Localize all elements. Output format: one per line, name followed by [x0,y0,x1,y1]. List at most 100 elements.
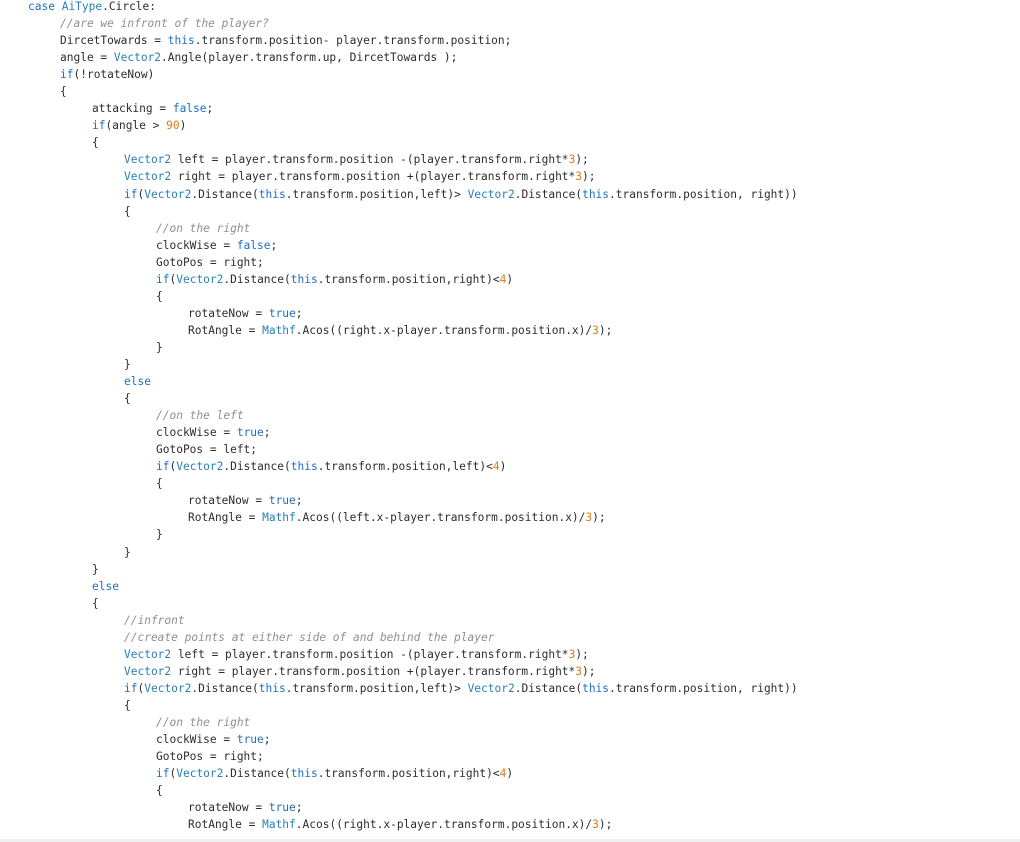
code-token-comment: //infront [124,613,185,627]
code-token-plain: .Circle: [102,0,157,13]
code-token-plain: { [124,392,131,406]
code-line: //on the right [28,714,798,731]
code-line: GotoPos = right; [28,748,798,765]
code-token-keyword: true [268,306,296,320]
code-token-keyword: else [92,579,119,593]
code-token-type: Vector2 [144,681,192,695]
code-token-plain: ); [592,511,606,525]
code-token-plain: .Distance( [514,187,583,201]
code-line: Vector2 right = player.transform.positio… [28,663,798,680]
code-token-plain: } [156,340,163,354]
code-line: if(Vector2.Distance(this.transform.posit… [28,680,798,697]
code-token-plain: ; [295,801,303,815]
code-token-keyword: true [236,426,264,440]
code-token-number: 3 [592,323,599,337]
code-line: //are we infront of the player? [28,15,798,32]
code-line: rotateNow = true; [28,492,798,509]
code-token-plain: RotAngle = [188,511,263,525]
code-token-keyword: if [156,767,170,781]
code-line: Vector2 left = player.transform.position… [28,646,798,663]
code-token-plain: left = player.transform.position -(playe… [171,153,569,167]
code-token-type: Vector2 [467,187,515,201]
code-token-plain: ) [179,119,187,133]
code-token-plain: { [156,289,163,303]
code-token-plain: } [92,562,99,576]
code-token-plain: rotateNow = [188,801,269,815]
code-token-keyword: true [268,494,296,508]
code-token-plain: } [156,528,163,542]
code-token-plain: } [124,357,131,371]
code-line: Vector2 left = player.transform.position… [28,151,798,168]
code-token-comment: //create points at either side of and be… [124,630,495,644]
code-token-plain: .transform.position, right)) [609,187,798,201]
code-token-keyword: else [124,375,151,389]
code-line: GotoPos = left; [28,441,798,458]
code-token-plain: .transform.position- player.transform.po… [194,34,512,48]
code-token-number: 3 [592,818,599,832]
code-line: rotateNow = true; [28,799,798,816]
code-token-plain: .Distance( [223,767,291,781]
code-token-plain: ; [263,426,271,440]
code-token-plain: ); [598,323,613,337]
code-token-keyword: if [92,119,106,133]
code-line: RotAngle = Mathf.Acos((left.x-player.tra… [28,509,798,526]
code-token-plain: ) [506,767,514,781]
code-line: { [28,288,798,305]
code-line: if(angle > 90) [28,117,798,134]
code-line: if(Vector2.Distance(this.transform.posit… [28,186,798,203]
code-token-keyword: this [258,681,286,695]
code-token-keyword: if [156,272,170,286]
code-token-plain: { [124,698,131,712]
code-line: } [28,544,798,561]
code-token-type: Vector2 [113,51,162,65]
code-token-plain: DircetTowards = [60,34,168,48]
code-token-plain: .transform.position,right)< [317,272,500,286]
code-line: { [28,475,798,492]
code-line: } [28,526,798,543]
code-token-keyword: true [268,801,296,815]
code-token-plain: right = player.transform.position +(play… [171,664,576,678]
code-token-plain: { [124,204,131,218]
code-token-number: 90 [166,119,180,133]
code-token-plain: { [60,85,67,99]
code-token-keyword: this [582,187,610,201]
code-token-keyword: this [290,272,318,286]
code-token-plain: ; [270,238,278,252]
code-token-plain: { [92,136,99,150]
code-token-plain: RotAngle = [188,818,263,832]
code-token-plain: clockWise = [156,733,237,747]
code-line: } [28,339,798,356]
code-line: GotoPos = right; [28,254,798,271]
code-line: if(!rotateNow) [28,66,798,83]
code-token-plain: rotateNow = [188,306,269,320]
code-token-keyword: false [172,102,207,116]
code-token-plain: .Distance( [223,460,291,474]
code-editor[interactable]: case AiType.Circle: //are we infront of t… [0,0,1020,842]
code-token-plain: } [124,545,131,559]
code-token-keyword: case [28,0,55,13]
code-line: clockWise = true; [28,731,798,748]
code-token-plain: angle = [60,51,114,65]
code-lines: case AiType.Circle: //are we infront of t… [28,0,798,833]
code-token-plain: ; [263,733,271,747]
code-token-plain: .Distance( [223,272,291,286]
code-token-number: 4 [492,460,500,474]
code-token-plain: .Angle(player.transform.up, DircetToward… [161,51,458,65]
code-token-plain: { [156,784,163,798]
code-token-type: Vector2 [176,272,224,286]
code-line: else [28,578,798,595]
code-token-type: Vector2 [467,681,515,695]
code-token-keyword: this [582,681,610,695]
code-token-plain: ) [499,460,507,474]
code-line: RotAngle = Mathf.Acos((right.x-player.tr… [28,816,798,833]
code-line: case AiType.Circle: [28,0,798,15]
code-line: { [28,83,798,100]
code-line: clockWise = true; [28,424,798,441]
code-token-plain: ); [582,170,596,184]
code-token-type: Vector2 [124,170,172,184]
code-token-plain: { [92,596,99,610]
code-token-keyword: this [290,460,318,474]
code-token-plain: ; [295,494,303,508]
code-token-type: Vector2 [124,153,172,167]
